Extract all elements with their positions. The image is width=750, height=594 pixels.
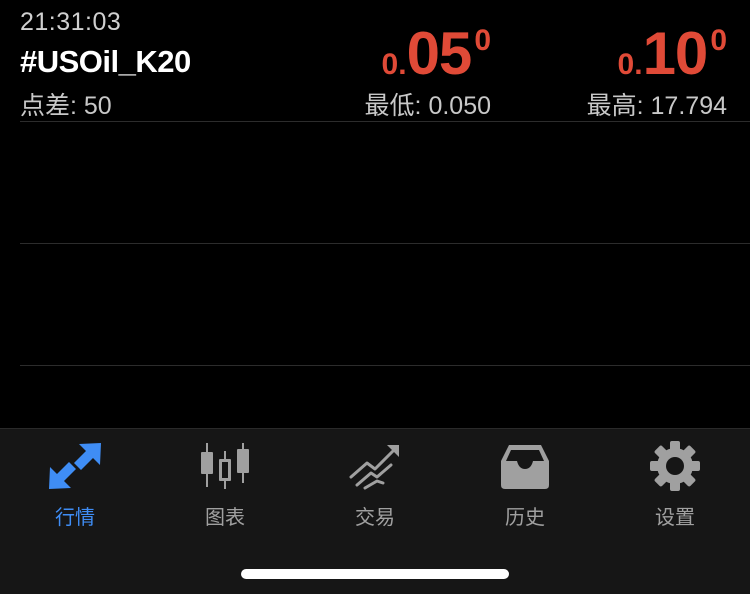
clock-time: 21:31:03 <box>20 8 122 36</box>
trade-trend-icon <box>349 445 399 490</box>
tab-chart[interactable]: 图表 <box>150 441 300 530</box>
tab-label: 行情 <box>55 507 95 529</box>
bottom-tab-bar: 行情 图表 交易 历史 设置 <box>0 428 750 594</box>
candlestick-chart-icon <box>201 443 249 489</box>
tab-quotes[interactable]: 行情 <box>0 441 150 530</box>
home-indicator[interactable] <box>241 569 509 579</box>
tab-label: 历史 <box>505 507 545 529</box>
symbol-name[interactable]: #USOil_K20 <box>20 44 191 80</box>
row-divider <box>20 243 750 244</box>
history-inbox-icon <box>501 445 549 489</box>
ask-price-pip: 0 <box>710 24 727 57</box>
tab-history[interactable]: 历史 <box>450 441 600 530</box>
row-divider <box>20 121 750 122</box>
bid-price[interactable]: 0.05 0 <box>382 24 491 84</box>
bid-price-prefix: 0. <box>381 48 407 81</box>
bid-price-main: 05 <box>406 20 473 87</box>
tab-label: 设置 <box>655 507 695 529</box>
gear-icon <box>650 441 700 491</box>
ask-price-prefix: 0. <box>617 48 643 81</box>
quotes-arrows-icon <box>49 443 101 489</box>
row-divider <box>20 365 750 366</box>
quotes-screen: 21:31:03 #USOil_K20 点差: 50 0.05 0 0.10 0 最… <box>0 0 750 594</box>
ask-price[interactable]: 0.10 0 <box>618 24 727 84</box>
tab-label: 交易 <box>355 507 395 529</box>
ask-price-main: 10 <box>642 20 709 87</box>
tab-settings[interactable]: 设置 <box>600 441 750 530</box>
high-price-label: 最高: 17.794 <box>586 92 727 120</box>
bid-price-pip: 0 <box>474 24 491 57</box>
low-price-label: 最低: 0.050 <box>364 92 491 120</box>
tab-label: 图表 <box>205 507 245 529</box>
tab-trade[interactable]: 交易 <box>300 441 450 530</box>
spread-label: 点差: 50 <box>20 92 112 120</box>
